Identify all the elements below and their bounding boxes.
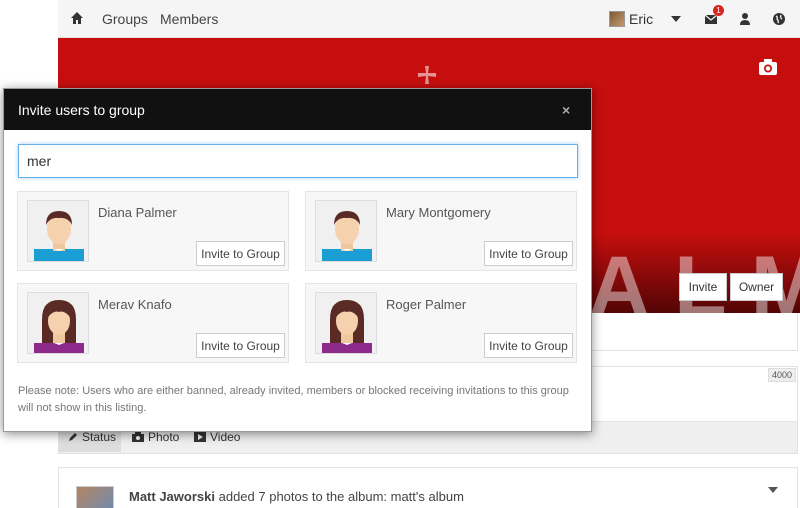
avatar	[27, 200, 89, 262]
user-name: Eric	[629, 11, 654, 27]
user-card: Diana Palmer Invite to Group	[17, 191, 289, 271]
invite-to-group-button[interactable]: Invite to Group	[484, 333, 573, 358]
modal-header: Invite users to group ×	[4, 89, 591, 130]
user-name: Merav Knafo	[98, 297, 172, 312]
owner-button[interactable]: Owner	[730, 273, 783, 301]
user-card: Merav Knafo Invite to Group	[17, 283, 289, 363]
video-icon	[194, 432, 206, 442]
top-navbar: Groups Members Eric 1	[58, 0, 800, 38]
post-text: Matt Jaworski added 7 photos to the albu…	[129, 489, 464, 504]
avatar	[27, 292, 89, 354]
avatar	[609, 11, 625, 27]
pencil-icon	[69, 433, 77, 441]
cross-icon	[418, 66, 436, 84]
user-name: Roger Palmer	[386, 297, 467, 312]
camera-icon[interactable]	[758, 58, 778, 76]
tab-status-label: Status	[82, 430, 117, 444]
user-card: Roger Palmer Invite to Group	[305, 283, 577, 363]
chevron-down-icon[interactable]	[768, 487, 778, 493]
user-card: Mary Montgomery Invite to Group	[305, 191, 577, 271]
avatar	[315, 200, 377, 262]
tab-video-label: Video	[210, 430, 241, 444]
chevron-down-icon[interactable]	[671, 16, 681, 22]
globe-icon[interactable]	[772, 12, 786, 26]
char-counter: 4000	[768, 368, 797, 382]
nav-link-members[interactable]: Members	[160, 11, 218, 27]
avatar	[315, 292, 377, 354]
invite-button[interactable]: Invite	[679, 273, 727, 301]
invite-to-group-button[interactable]: Invite to Group	[484, 241, 573, 266]
user-icon[interactable]	[738, 12, 752, 26]
user-name: Mary Montgomery	[386, 205, 491, 220]
post-body: added 7 photos to the album: matt's albu…	[218, 489, 464, 504]
search-input[interactable]	[18, 144, 578, 178]
close-icon[interactable]: ×	[562, 102, 570, 118]
tab-photo-label: Photo	[148, 430, 180, 444]
modal-note: Please note: Users who are either banned…	[18, 385, 569, 414]
activity-post: Matt Jaworski added 7 photos to the albu…	[58, 467, 798, 508]
user-name: Diana Palmer	[98, 205, 177, 220]
notification-badge: 1	[713, 5, 724, 16]
avatar[interactable]	[76, 486, 114, 508]
camera-icon	[132, 432, 144, 442]
nav-link-groups[interactable]: Groups	[102, 11, 148, 27]
post-author[interactable]: Matt Jaworski	[129, 489, 215, 504]
invite-to-group-button[interactable]: Invite to Group	[196, 333, 285, 358]
home-icon[interactable]	[70, 11, 84, 25]
invite-modal: Invite users to group × Diana Palmer Inv…	[3, 88, 592, 432]
invite-to-group-button[interactable]: Invite to Group	[196, 241, 285, 266]
modal-title: Invite users to group	[18, 102, 145, 118]
user-menu[interactable]: Eric	[609, 9, 653, 29]
